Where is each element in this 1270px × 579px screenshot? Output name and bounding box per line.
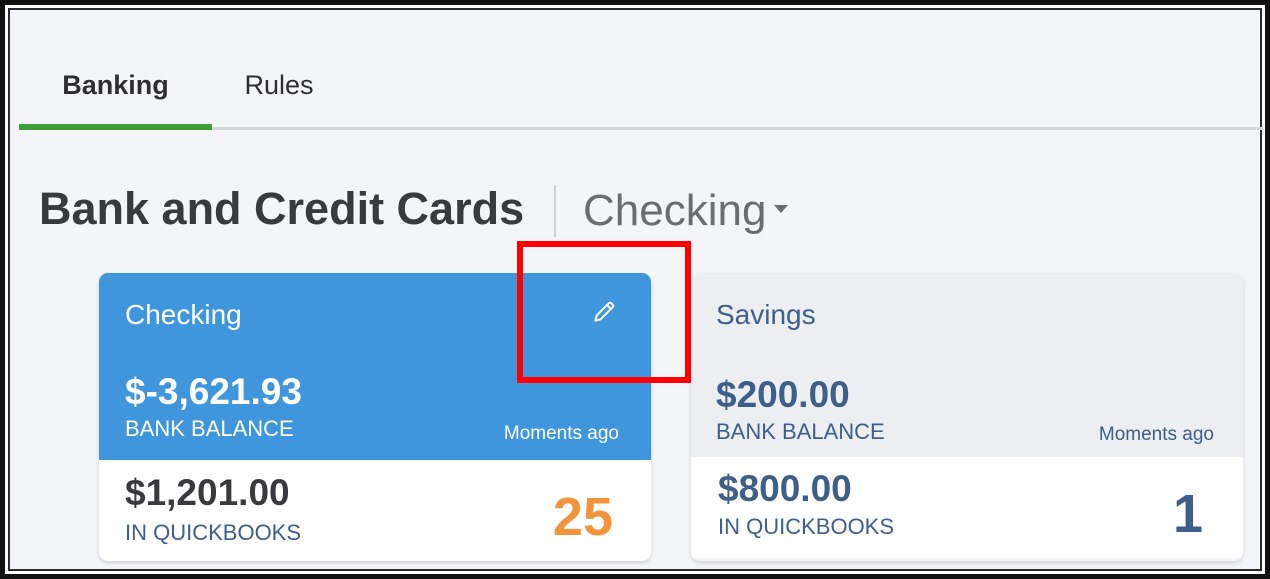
card-header: Savings $200.00 BANK BALANCE Moments ago xyxy=(691,273,1243,457)
account-card-savings[interactable]: Savings $200.00 BANK BALANCE Moments ago… xyxy=(691,273,1243,561)
quickbooks-balance-amount: $1,201.00 xyxy=(125,472,290,513)
quickbooks-balance-amount: $800.00 xyxy=(718,468,852,509)
last-updated: Moments ago xyxy=(1098,424,1214,445)
pending-transactions-count[interactable]: 25 xyxy=(553,486,613,548)
bank-balance-amount: $200.00 xyxy=(716,374,850,415)
card-footer: $800.00 IN QUICKBOOKS 1 xyxy=(691,457,1243,558)
caret-down-icon xyxy=(774,205,789,214)
account-name: Savings xyxy=(716,299,816,330)
tab-banking[interactable]: Banking xyxy=(19,57,212,129)
card-footer: $1,201.00 IN QUICKBOOKS 25 xyxy=(99,460,651,561)
quickbooks-balance-label: IN QUICKBOOKS xyxy=(125,520,302,545)
page-title: Bank and Credit Cards xyxy=(39,183,525,234)
title-separator xyxy=(554,185,556,237)
tab-rules[interactable]: Rules xyxy=(234,57,324,129)
quickbooks-balance-label: IN QUICKBOOKS xyxy=(718,514,895,539)
tab-bar: Banking Rules xyxy=(19,57,1263,132)
bank-balance-amount: $-3,621.93 xyxy=(125,371,302,412)
highlight-annotation-box xyxy=(517,241,691,383)
bank-balance-label: BANK BALANCE xyxy=(125,416,294,441)
account-dropdown-label: Checking xyxy=(583,186,767,235)
screenshot-frame: Banking Rules Bank and Credit Cards Chec… xyxy=(0,0,1270,579)
pending-transactions-count[interactable]: 1 xyxy=(1173,483,1203,545)
account-dropdown[interactable]: Checking xyxy=(583,186,789,236)
active-tab-indicator xyxy=(19,124,212,130)
bank-balance-label: BANK BALANCE xyxy=(716,419,885,444)
last-updated: Moments ago xyxy=(503,423,619,444)
account-name: Checking xyxy=(125,299,242,330)
